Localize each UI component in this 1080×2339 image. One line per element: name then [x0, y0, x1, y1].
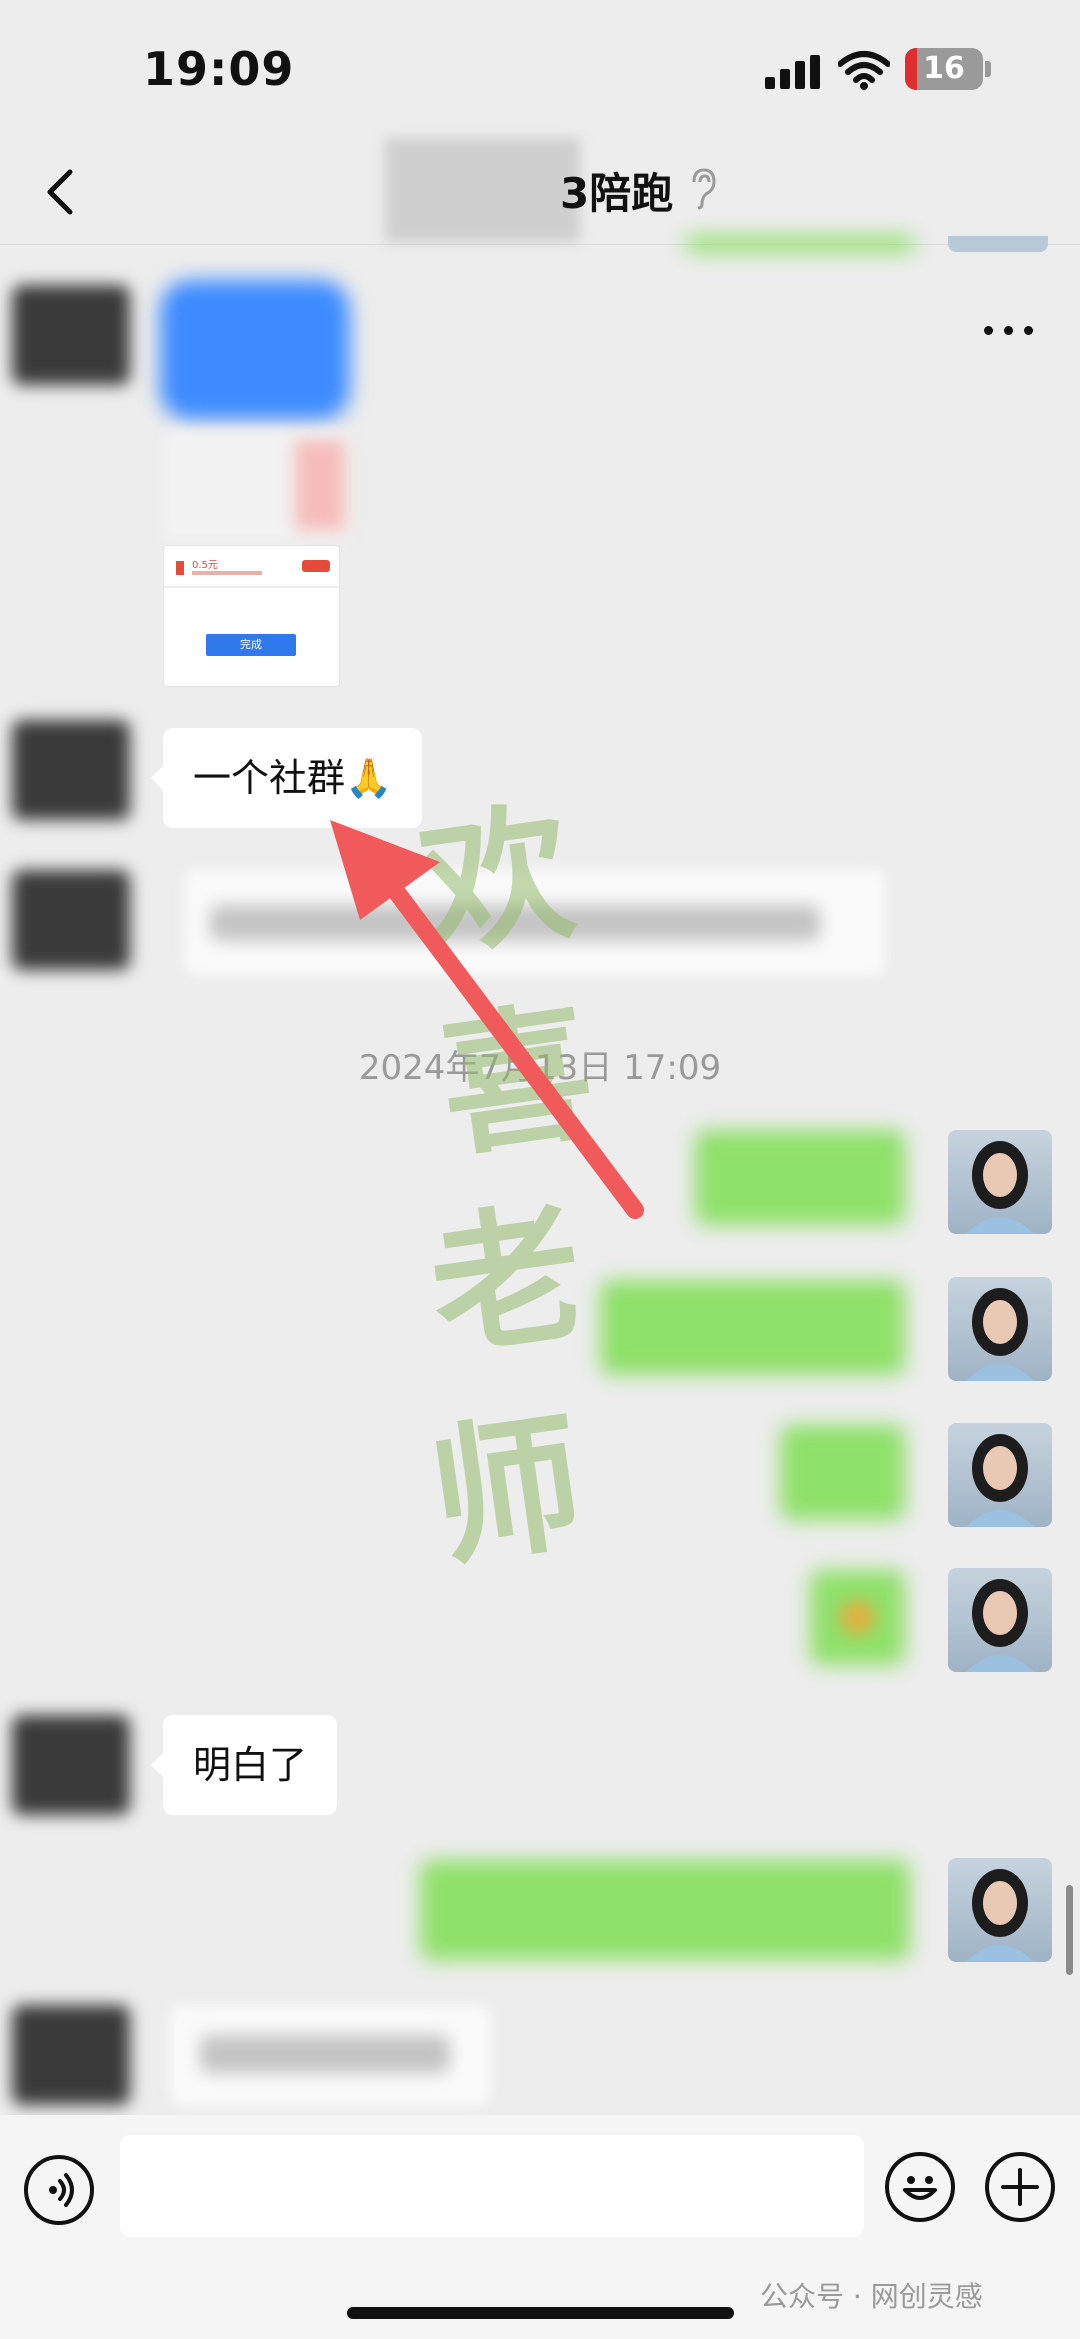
wechat-credit: 公众号 · 网创灵感	[760, 2280, 983, 2313]
coupon-amount: 0.5元	[192, 560, 218, 571]
emoji-blur	[840, 1600, 875, 1635]
signal-icon	[765, 55, 821, 89]
wifi-icon	[838, 51, 890, 90]
contact-avatar[interactable]	[12, 285, 130, 385]
battery-tip	[985, 61, 991, 77]
home-indicator[interactable]	[347, 2307, 734, 2319]
my-avatar[interactable]	[948, 1277, 1052, 1381]
my-avatar[interactable]	[948, 1423, 1052, 1527]
ear-icon	[692, 168, 716, 210]
scrollbar[interactable]	[1066, 1885, 1073, 1975]
coupon-text	[192, 571, 262, 575]
my-message-bubble[interactable]	[685, 236, 915, 252]
voice-icon	[49, 2173, 74, 2207]
my-message-bubble[interactable]	[420, 1860, 910, 1960]
my-avatar[interactable]	[948, 1130, 1052, 1234]
card-divider	[164, 586, 339, 588]
portrait-icon	[966, 1434, 1034, 1527]
portrait-icon	[966, 1579, 1034, 1672]
plus-icon	[1001, 2168, 1039, 2206]
my-avatar[interactable]	[948, 236, 1048, 252]
shared-image-card[interactable]: 0.5元 完成	[163, 545, 340, 687]
my-avatar[interactable]	[948, 1858, 1052, 1962]
my-message-bubble[interactable]	[780, 1425, 905, 1520]
battery-percent: 16	[923, 51, 965, 86]
more-options-button[interactable]	[980, 310, 1040, 350]
contact-avatar[interactable]	[12, 870, 130, 970]
portrait-icon	[966, 1141, 1034, 1234]
message-input[interactable]	[120, 2135, 864, 2237]
status-time: 19:09	[143, 42, 295, 96]
annotation-arrow	[330, 820, 644, 1219]
back-button[interactable]	[30, 160, 90, 224]
plus-button[interactable]	[985, 2152, 1055, 2222]
coupon-action	[302, 560, 330, 572]
emoji-icon	[903, 2176, 937, 2200]
incoming-message-bubble[interactable]: 明白了	[150, 1715, 338, 1815]
contact-avatar[interactable]	[12, 1715, 130, 1815]
coupon-icon	[176, 561, 184, 575]
shared-image-blur	[160, 280, 350, 420]
watermark-char: 师	[420, 1393, 594, 1589]
title-blurred-region	[385, 138, 580, 242]
blurred-text	[200, 2035, 450, 2073]
voice-button[interactable]	[24, 2155, 94, 2225]
my-message-bubble[interactable]	[600, 1280, 905, 1375]
contact-avatar[interactable]	[12, 720, 130, 820]
my-message-bubble[interactable]	[695, 1130, 905, 1225]
emoji-button[interactable]	[885, 2152, 955, 2222]
portrait-icon	[966, 1288, 1034, 1381]
contact-avatar[interactable]	[12, 2005, 130, 2105]
shared-image-blur	[295, 440, 345, 530]
chat-title: 3陪跑	[560, 169, 674, 218]
my-avatar[interactable]	[948, 1568, 1052, 1672]
done-button: 完成	[206, 634, 296, 656]
portrait-icon	[966, 1869, 1034, 1962]
